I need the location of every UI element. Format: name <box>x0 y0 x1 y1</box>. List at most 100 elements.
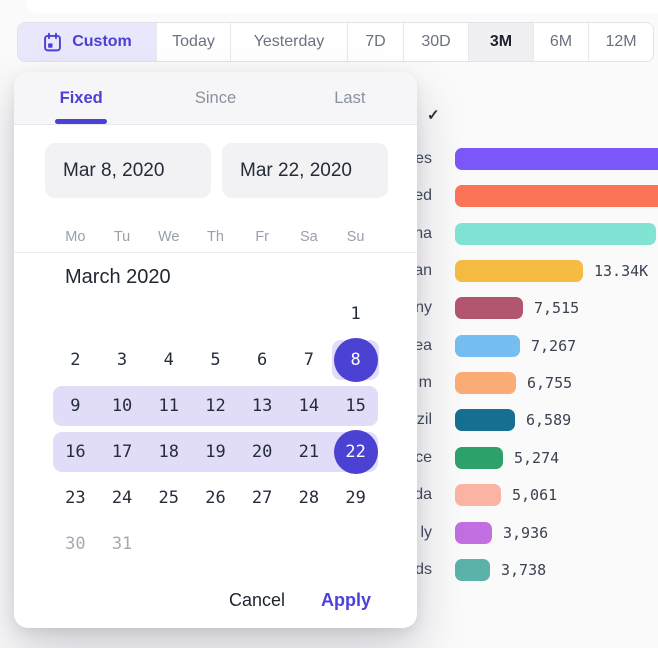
range-button-12m[interactable]: 12M <box>589 23 653 61</box>
calendar-day-3[interactable]: 3 <box>99 337 146 383</box>
calendar-day-21[interactable]: 21 <box>286 429 333 475</box>
calendar-day-11[interactable]: 11 <box>145 383 192 429</box>
calendar-day-29[interactable]: 29 <box>332 475 379 521</box>
chart-bar[interactable] <box>455 372 516 394</box>
range-button-yesterday[interactable]: Yesterday <box>231 23 348 61</box>
calendar-grid: 1234567891011121314151617181920212223242… <box>52 291 379 567</box>
chart-bar[interactable] <box>455 522 492 544</box>
month-title: March 2020 <box>65 263 171 291</box>
chart-bar[interactable] <box>455 260 583 282</box>
modal-footer: Cancel Apply <box>229 585 371 615</box>
calendar-day-28[interactable]: 28 <box>286 475 333 521</box>
calendar-day-16[interactable]: 16 <box>52 429 99 475</box>
range-button-label: 3M <box>490 33 512 51</box>
start-date-input[interactable]: Mar 8, 2020 <box>45 143 211 198</box>
calendar-week: 2345678 <box>52 337 379 383</box>
calendar-day-19[interactable]: 19 <box>192 429 239 475</box>
chart-bar[interactable] <box>455 297 523 319</box>
calendar-cell-empty <box>332 521 379 567</box>
calendar-cell-empty <box>286 521 333 567</box>
calendar-day-15[interactable]: 15 <box>332 383 379 429</box>
weekday-label: Fr <box>239 225 286 249</box>
weekday-label: Sa <box>286 225 333 249</box>
range-button-30d[interactable]: 30D <box>404 23 469 61</box>
calendar-day-7[interactable]: 7 <box>286 337 333 383</box>
calendar-day-8[interactable]: 8 <box>332 337 379 383</box>
range-button-label: 7D <box>365 33 385 51</box>
tab-since[interactable]: Since <box>148 72 282 124</box>
chart-value-label: 7,267 <box>531 337 576 355</box>
calendar-week: 23242526272829 <box>52 475 379 521</box>
weekday-label: Th <box>192 225 239 249</box>
calendar-day-25[interactable]: 25 <box>145 475 192 521</box>
calendar-cell-empty <box>239 521 286 567</box>
calendar-day-5[interactable]: 5 <box>192 337 239 383</box>
date-range-toolbar: Custom Today Yesterday 7D 30D 3M 6M 12M <box>17 22 654 62</box>
calendar-day-20[interactable]: 20 <box>239 429 286 475</box>
weekday-label: Su <box>332 225 379 249</box>
range-button-label: Today <box>172 33 215 51</box>
end-date-input[interactable]: Mar 22, 2020 <box>222 143 388 198</box>
weekday-label: Tu <box>99 225 146 249</box>
calendar-icon <box>42 32 63 53</box>
calendar-day-17[interactable]: 17 <box>99 429 146 475</box>
chart-bar[interactable] <box>455 185 658 207</box>
calendar-day-26[interactable]: 26 <box>192 475 239 521</box>
calendar-day-22[interactable]: 22 <box>332 429 379 475</box>
range-button-custom[interactable]: Custom <box>18 23 157 61</box>
calendar-day-6[interactable]: 6 <box>239 337 286 383</box>
calendar-day-9[interactable]: 9 <box>52 383 99 429</box>
range-button-label: 30D <box>421 33 450 51</box>
chart-bar[interactable] <box>455 223 656 245</box>
chart-bar[interactable] <box>455 409 515 431</box>
cancel-button[interactable]: Cancel <box>229 590 285 611</box>
calendar-day-23[interactable]: 23 <box>52 475 99 521</box>
chart-value-label: 6,755 <box>527 374 572 392</box>
range-button-label: Yesterday <box>254 33 325 51</box>
calendar-day-24[interactable]: 24 <box>99 475 146 521</box>
calendar-cell-empty <box>192 291 239 337</box>
calendar-day-13[interactable]: 13 <box>239 383 286 429</box>
chart-value-label: 5,061 <box>512 486 557 504</box>
range-button-7d[interactable]: 7D <box>348 23 404 61</box>
date-inputs-row: Mar 8, 2020 Mar 22, 2020 <box>45 143 388 198</box>
calendar-cell-empty <box>145 291 192 337</box>
calendar-day-18[interactable]: 18 <box>145 429 192 475</box>
range-button-label: Custom <box>72 33 132 51</box>
calendar-day-4[interactable]: 4 <box>145 337 192 383</box>
chart-value-label: 13.34K <box>594 262 648 280</box>
chart-value-label: 6,589 <box>526 411 571 429</box>
calendar-cell-empty <box>145 521 192 567</box>
calendar-day-10[interactable]: 10 <box>99 383 146 429</box>
apply-button[interactable]: Apply <box>321 590 371 611</box>
weekday-label: We <box>145 225 192 249</box>
calendar-cell-empty <box>52 291 99 337</box>
tab-last[interactable]: Last <box>283 72 417 124</box>
calendar-cell-empty <box>99 291 146 337</box>
calendar-cell-empty <box>286 291 333 337</box>
tab-fixed[interactable]: Fixed <box>14 72 148 124</box>
range-button-6m[interactable]: 6M <box>534 23 589 61</box>
calendar-day-2[interactable]: 2 <box>52 337 99 383</box>
calendar-day-1[interactable]: 1 <box>332 291 379 337</box>
chart-value-label: 5,274 <box>514 449 559 467</box>
range-button-today[interactable]: Today <box>157 23 231 61</box>
chart-bar[interactable] <box>455 447 503 469</box>
calendar-day-12[interactable]: 12 <box>192 383 239 429</box>
calendar-day-27[interactable]: 27 <box>239 475 286 521</box>
calendar-day-14[interactable]: 14 <box>286 383 333 429</box>
calendar-week: 16171819202122 <box>52 429 379 475</box>
calendar-day-30[interactable]: 30 <box>52 521 99 567</box>
range-button-3m[interactable]: 3M <box>469 23 534 61</box>
range-button-label: 12M <box>605 33 636 51</box>
chart-bar[interactable] <box>455 559 490 581</box>
chart-value-label: 7,515 <box>534 299 579 317</box>
chart-value-label: 3,738 <box>501 561 546 579</box>
chart-bar[interactable] <box>455 484 501 506</box>
calendar-day-31[interactable]: 31 <box>99 521 146 567</box>
calendar-week: 3031 <box>52 521 379 567</box>
chart-value-label: 3,936 <box>503 524 548 542</box>
datepicker-tabs: FixedSinceLast <box>14 72 417 125</box>
chart-bar[interactable] <box>455 148 658 170</box>
chart-bar[interactable] <box>455 335 520 357</box>
